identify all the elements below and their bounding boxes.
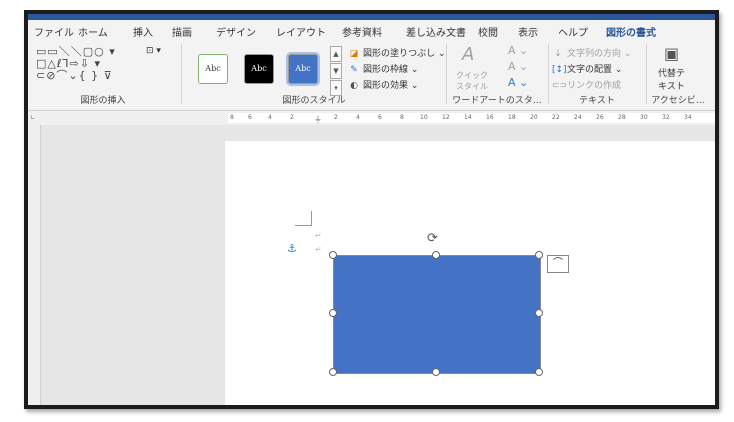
ruler-tick: 8 <box>400 114 404 121</box>
group-label-shape-styles: 図形のスタイル <box>282 96 346 106</box>
anchor-icon: ⚓ <box>287 242 297 255</box>
ruler-tick: 2 <box>334 114 338 121</box>
group-divider <box>446 44 447 104</box>
quick-style-button[interactable]: クイック スタイル <box>456 70 488 92</box>
group-accessibility: ▣ 代替テ キスト アクセシビ… <box>648 40 708 110</box>
tab-draw[interactable]: 描画 <box>172 24 192 39</box>
group-label-wordart: ワードアートのスタ… <box>452 96 542 106</box>
text-box-icon[interactable]: ⊡ ▾ <box>146 46 161 56</box>
ribbon: ▭▭＼＼▢○ ▾ □△ℓ⅂⇨⇩ ▾ ⊂⊘⌒⌄{ } ⊽ ⊡ ▾ 図形の挿入 Ab… <box>28 40 715 111</box>
indent-marker-icon[interactable]: ⏚ <box>314 114 322 125</box>
document-area: ↵ ⚓ ↵ ⟳ ⌒ <box>41 125 715 405</box>
shape-fill-button[interactable]: ◪ 図形の塗りつぶし ⌄ <box>348 46 446 60</box>
pen-icon: ✎ <box>350 64 358 75</box>
group-shape-styles: Abc Abc Abc ▲ ▼ ▾ ◪ 図形の塗りつぶし ⌄ ✎ 図形の枠線 ⌄ ◐… <box>184 40 446 110</box>
tab-mailings[interactable]: 差し込み文書 <box>406 24 466 39</box>
group-text: ↓ 文字列の方向 ⌄ [↕]文字の配置 ⌄ ⊂⊃リンクの作成 テキスト <box>550 40 644 110</box>
style-preview-black[interactable]: Abc <box>244 54 274 84</box>
resize-handle-bottom-right[interactable] <box>535 368 543 376</box>
link-icon: ⊂⊃ <box>552 80 568 91</box>
resize-handle-top-right[interactable] <box>535 251 543 259</box>
ruler-tick: 14 <box>464 114 472 121</box>
text-effects-icon[interactable]: A ⌄ <box>508 76 528 89</box>
ruler-tick: 6 <box>378 114 382 121</box>
group-label-insert-shapes: 図形の挿入 <box>80 96 126 106</box>
alt-text-icon[interactable]: ▣ <box>664 44 679 63</box>
scroll-up-icon[interactable]: ▲ <box>330 46 342 62</box>
shape-row-3[interactable]: ⊂⊘⌒⌄{ } ⊽ <box>36 70 160 82</box>
document-page[interactable]: ↵ ⚓ ↵ ⟳ ⌒ <box>225 141 715 405</box>
group-divider <box>548 44 549 104</box>
style-preview-blue[interactable]: Abc <box>288 54 318 84</box>
resize-handle-right[interactable] <box>535 309 543 317</box>
resize-handle-left[interactable] <box>329 309 337 317</box>
create-link-button[interactable]: ⊂⊃リンクの作成 <box>552 78 621 92</box>
ruler-tick: 4 <box>356 114 360 121</box>
ruler-tick: 16 <box>486 114 494 121</box>
text-direction-button[interactable]: ↓ 文字列の方向 ⌄ <box>552 46 631 60</box>
vertical-ruler[interactable] <box>28 125 41 405</box>
rotate-handle-icon[interactable]: ⟳ <box>427 231 438 246</box>
tab-home[interactable]: ホーム <box>78 24 108 39</box>
tab-insert[interactable]: 挿入 <box>133 24 153 39</box>
ruler-tick: 26 <box>596 114 604 121</box>
scroll-down-icon[interactable]: ▼ <box>330 63 342 79</box>
tab-references[interactable]: 参考資料 <box>342 24 382 39</box>
ruler-tick: 28 <box>618 114 626 121</box>
paragraph-mark-icon: ↵ <box>315 231 322 240</box>
paint-bucket-icon: ◪ <box>349 48 359 59</box>
ruler-tick: 22 <box>552 114 560 121</box>
selected-rectangle-shape[interactable] <box>333 255 541 374</box>
align-text-button[interactable]: [↕]文字の配置 ⌄ <box>552 62 622 76</box>
group-label-accessibility: アクセシビ… <box>651 96 705 106</box>
ruler-tick: 30 <box>640 114 648 121</box>
layout-options-icon[interactable]: ⌒ <box>547 255 569 273</box>
horizontal-ruler[interactable]: ∟ 8 6 4 2 ⏚ 2 4 6 8 10 12 14 16 18 20 22… <box>28 111 715 126</box>
tab-file[interactable]: ファイル <box>34 24 74 39</box>
ruler-tick: 4 <box>268 114 272 121</box>
paragraph-mark-icon: ↵ <box>315 245 322 254</box>
margin-corner-mark <box>295 211 312 226</box>
shape-outline-button[interactable]: ✎ 図形の枠線 ⌄ <box>348 62 418 76</box>
ruler-tick: 24 <box>574 114 582 121</box>
tab-view[interactable]: 表示 <box>518 24 538 39</box>
ribbon-tabs: ファイル ホーム 挿入 描画 デザイン レイアウト 参考資料 差し込み文書 校閲… <box>28 20 715 42</box>
alt-text-button[interactable]: 代替テ キスト <box>658 66 685 92</box>
text-direction-icon: ↓ <box>554 48 562 59</box>
resize-handle-top[interactable] <box>432 251 440 259</box>
resize-handle-bottom[interactable] <box>432 368 440 376</box>
effects-icon: ◐ <box>350 80 358 91</box>
tab-help[interactable]: ヘルプ <box>558 24 588 39</box>
align-text-icon: [↕] <box>552 64 567 75</box>
shape-gallery[interactable]: ▭▭＼＼▢○ ▾ □△ℓ⅂⇨⇩ ▾ ⊂⊘⌒⌄{ } ⊽ <box>36 46 160 84</box>
tab-layout[interactable]: レイアウト <box>276 24 326 39</box>
tab-design[interactable]: デザイン <box>216 24 256 39</box>
style-gallery-scroll[interactable]: ▲ ▼ ▾ <box>330 46 342 96</box>
screenshot-frame: ファイル ホーム 挿入 描画 デザイン レイアウト 参考資料 差し込み文書 校閲… <box>24 10 719 409</box>
text-fill-icon[interactable]: A ⌄ <box>508 44 528 57</box>
ruler-tick: 34 <box>684 114 692 121</box>
shape-effects-button[interactable]: ◐ 図形の効果 ⌄ <box>348 78 418 92</box>
group-divider <box>181 44 182 104</box>
ruler-tick: 2 <box>290 114 294 121</box>
resize-handle-bottom-left[interactable] <box>329 368 337 376</box>
ruler-tick: 32 <box>662 114 670 121</box>
ruler-tick: 8 <box>230 114 234 121</box>
group-divider <box>646 44 647 104</box>
word-window: ファイル ホーム 挿入 描画 デザイン レイアウト 参考資料 差し込み文書 校閲… <box>28 14 715 405</box>
tab-selector-icon[interactable]: ∟ <box>30 114 35 121</box>
ruler-tick: 20 <box>530 114 538 121</box>
wordart-a-icon[interactable]: A <box>462 44 474 65</box>
group-insert-shapes: ▭▭＼＼▢○ ▾ □△ℓ⅂⇨⇩ ▾ ⊂⊘⌒⌄{ } ⊽ ⊡ ▾ 図形の挿入 <box>28 40 178 110</box>
group-wordart: A クイック スタイル A ⌄ A ⌄ A ⌄ ワードアートのスタ… <box>448 40 546 110</box>
group-label-text: テキスト <box>579 96 615 106</box>
ruler-tick: 6 <box>248 114 252 121</box>
style-preview-outline[interactable]: Abc <box>198 54 228 84</box>
tab-review[interactable]: 校閲 <box>478 24 498 39</box>
ruler-tick: 18 <box>508 114 516 121</box>
ruler-tick: 12 <box>442 114 450 121</box>
ruler-tick: 10 <box>420 114 428 121</box>
resize-handle-top-left[interactable] <box>329 251 337 259</box>
text-outline-icon[interactable]: A ⌄ <box>508 60 528 73</box>
